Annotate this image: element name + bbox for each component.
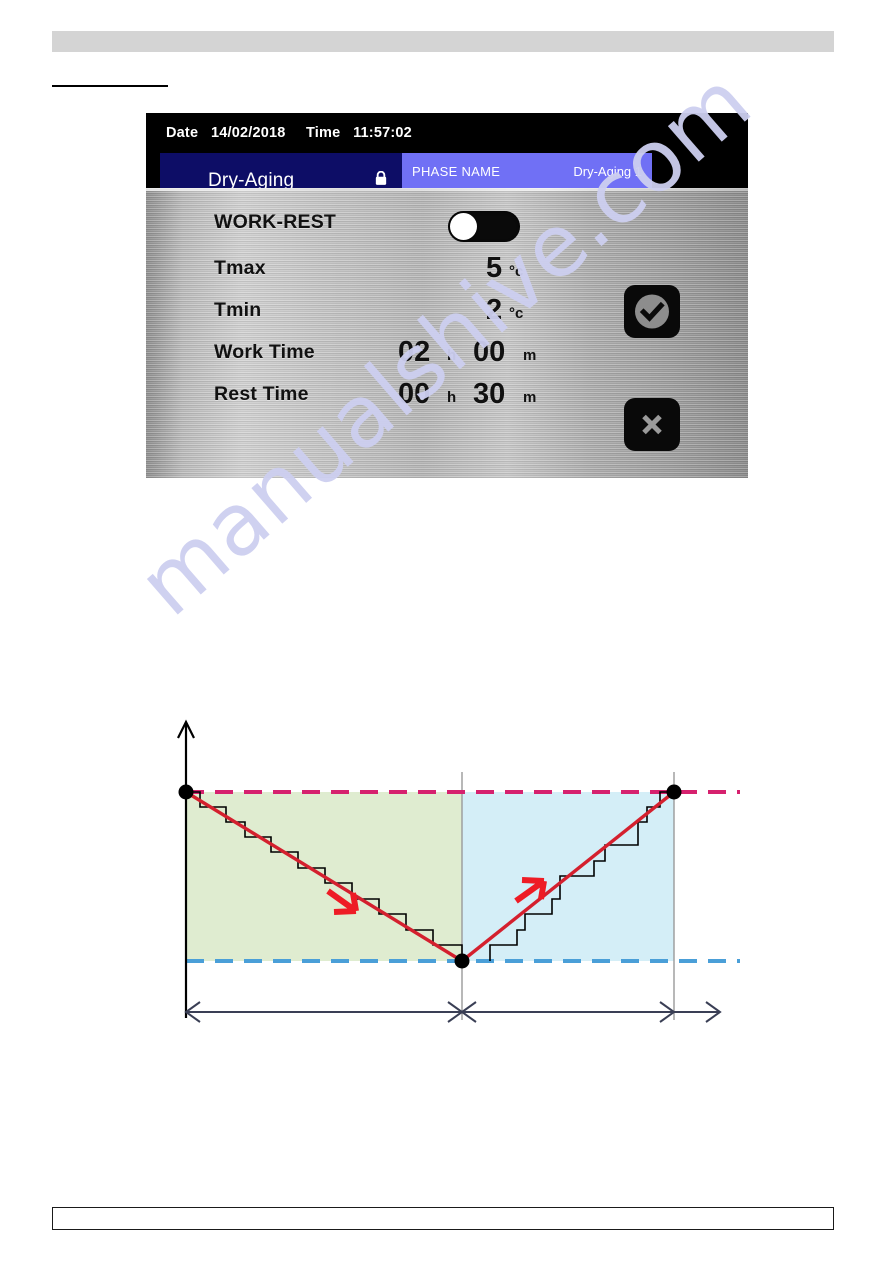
setting-row-tmax: Tmax 5 °c <box>146 248 748 289</box>
page-footer-box <box>52 1207 834 1230</box>
work-rest-toggle[interactable] <box>448 211 520 242</box>
header-rule <box>52 85 168 87</box>
tmin-unit: °c <box>509 305 524 322</box>
work-time-hours[interactable]: 02 <box>398 332 430 373</box>
work-time-minutes-unit: m <box>523 347 537 364</box>
date-value: 14/02/2018 <box>210 125 286 141</box>
confirm-button[interactable] <box>624 285 680 338</box>
rest-time-hours[interactable]: 00 <box>398 374 430 415</box>
close-x-icon <box>642 414 662 435</box>
date-label: Date <box>166 125 199 141</box>
min-point-marker <box>454 953 470 969</box>
phase-name-value: Dry-Aging 1 <box>573 164 642 179</box>
work-time-label: Work Time <box>214 341 315 363</box>
setting-row-work-rest: WORK-REST <box>146 202 748 243</box>
end-point-marker <box>666 784 682 800</box>
setting-row-work-time: Work Time 02 h 00 m <box>146 332 748 373</box>
rest-time-hours-unit: h <box>447 389 457 406</box>
panel-top-highlight <box>146 188 748 191</box>
tmax-unit: °c <box>509 263 524 280</box>
settings-panel: WORK-REST Tmax 5 °c Tmin 2 °c Work Time … <box>146 188 748 478</box>
rest-time-minutes-unit: m <box>523 389 537 406</box>
check-circle-icon <box>635 294 669 329</box>
work-rest-cycle-diagram <box>177 719 740 1023</box>
work-time-hours-unit: h <box>447 347 457 364</box>
tmin-label: Tmin <box>214 299 262 321</box>
time-value: 11:57:02 <box>353 125 412 141</box>
work-rest-toggle-knob <box>450 213 477 240</box>
status-bar: Date 14/02/2018 Time 11:57:02 <box>146 113 748 153</box>
rest-time-minutes[interactable]: 30 <box>473 374 505 415</box>
time-label: Time <box>305 125 341 141</box>
program-strip[interactable]: Dry-Aging <box>160 153 402 191</box>
lock-icon <box>375 171 387 185</box>
tmin-value[interactable]: 2 <box>486 290 502 331</box>
cancel-button[interactable] <box>624 398 680 451</box>
phase-name-label: PHASE NAME <box>412 164 501 179</box>
rest-time-label: Rest Time <box>214 383 309 405</box>
page-header-bar <box>52 31 834 52</box>
tmax-value[interactable]: 5 <box>486 248 502 289</box>
tmax-label: Tmax <box>214 257 266 279</box>
device-screen: Date 14/02/2018 Time 11:57:02 Dry-Aging … <box>146 113 748 478</box>
work-rest-label: WORK-REST <box>214 211 337 233</box>
work-time-minutes[interactable]: 00 <box>473 332 505 373</box>
title-row: Dry-Aging PHASE NAME Dry-Aging 1 <box>146 153 748 191</box>
phase-strip[interactable]: PHASE NAME Dry-Aging 1 <box>402 153 652 191</box>
